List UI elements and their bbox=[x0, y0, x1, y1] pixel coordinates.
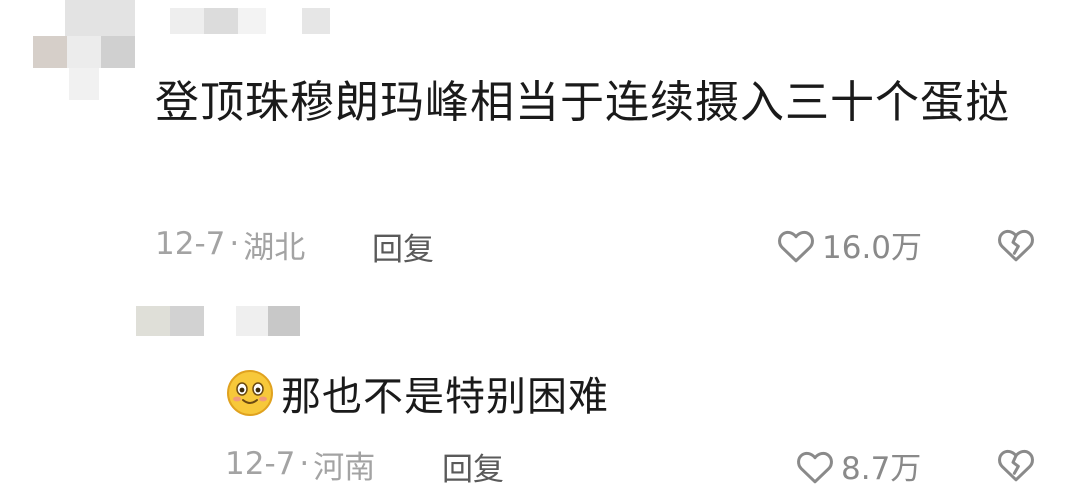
reply-username-blurred[interactable] bbox=[236, 306, 300, 336]
reply-reply-button[interactable]: 回复 bbox=[442, 444, 504, 489]
comment-dislike-button[interactable] bbox=[996, 225, 1036, 267]
comment-meta: 12-7 · 湖北 bbox=[155, 222, 305, 266]
comment-like-count: 16.0万 bbox=[822, 230, 923, 266]
reply-like-button[interactable]: 8.7万 bbox=[795, 443, 921, 488]
comment-location: 湖北 bbox=[243, 229, 306, 266]
reply-avatar-blurred[interactable] bbox=[136, 306, 204, 336]
broken-heart-icon bbox=[998, 229, 1034, 262]
broken-heart-icon bbox=[998, 449, 1034, 482]
comment-text: 登顶珠穆朗玛峰相当于连续摄入三十个蛋挞 bbox=[155, 77, 1010, 128]
heart-outline-icon bbox=[778, 230, 814, 262]
reply-location: 河南 bbox=[313, 449, 376, 486]
heart-outline-icon bbox=[797, 451, 833, 483]
reply-text: 那也不是特别困难 bbox=[281, 374, 609, 420]
comment-date: 12-7 bbox=[155, 226, 226, 262]
reply-meta: 12-7 · 河南 bbox=[225, 442, 375, 486]
reply-date: 12-7 bbox=[225, 446, 296, 482]
username-blurred[interactable] bbox=[170, 8, 330, 34]
reply-body: 那也不是特别困难 bbox=[225, 364, 609, 422]
reply-like-count: 8.7万 bbox=[841, 451, 922, 487]
comment-like-button[interactable]: 16.0万 bbox=[776, 222, 922, 267]
avatar[interactable] bbox=[33, 0, 137, 102]
meta-separator: · bbox=[299, 446, 310, 482]
reply-dislike-button[interactable] bbox=[996, 445, 1036, 487]
meta-separator: · bbox=[229, 226, 240, 262]
smiling-face-emoji bbox=[227, 370, 273, 416]
comment-reply-button[interactable]: 回复 bbox=[372, 224, 434, 269]
